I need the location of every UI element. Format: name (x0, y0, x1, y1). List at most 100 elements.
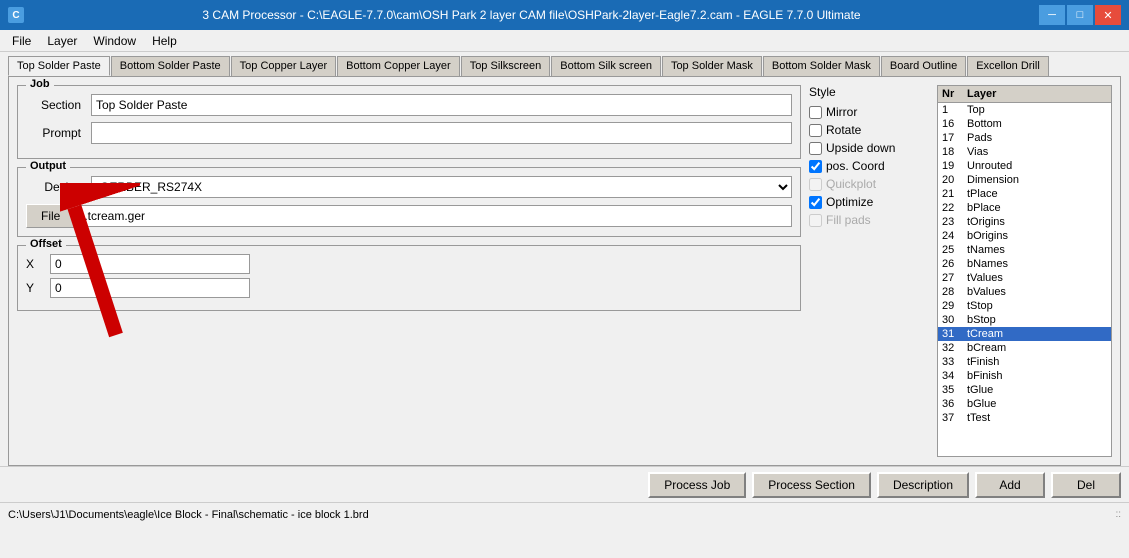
layer-nr: 18 (942, 146, 967, 158)
layer-header: Nr Layer (938, 86, 1111, 103)
layer-nr: 19 (942, 160, 967, 172)
window-controls: ─ □ ✕ (1039, 5, 1121, 25)
style-rotate-checkbox[interactable] (809, 124, 822, 137)
section-input[interactable] (91, 94, 792, 116)
style-upside-down-checkbox[interactable] (809, 142, 822, 155)
layer-row[interactable]: 32bCream (938, 341, 1111, 355)
layer-name: tPlace (967, 188, 1107, 200)
layer-nr: 16 (942, 118, 967, 130)
layer-row[interactable]: 34bFinish (938, 369, 1111, 383)
close-button[interactable]: ✕ (1095, 5, 1121, 25)
offset-y-input[interactable] (50, 278, 250, 298)
style-optimize-checkbox[interactable] (809, 196, 822, 209)
layer-row[interactable]: 31tCream (938, 327, 1111, 341)
file-input[interactable] (79, 205, 792, 227)
job-group-title: Job (26, 78, 54, 90)
layer-row[interactable]: 30bStop (938, 313, 1111, 327)
minimize-button[interactable]: ─ (1039, 5, 1065, 25)
tab-9[interactable]: Excellon Drill (967, 56, 1049, 76)
output-group-title: Output (26, 160, 70, 172)
style-fill-pads-label: Fill pads (826, 213, 871, 227)
layer-row[interactable]: 21tPlace (938, 187, 1111, 201)
layer-nr: 17 (942, 132, 967, 144)
layer-row[interactable]: 35tGlue (938, 383, 1111, 397)
tab-3[interactable]: Bottom Copper Layer (337, 56, 460, 76)
tab-6[interactable]: Top Solder Mask (662, 56, 762, 76)
style-rotate-row: Rotate (809, 123, 929, 137)
style-mirror-checkbox[interactable] (809, 106, 822, 119)
layer-row[interactable]: 22bPlace (938, 201, 1111, 215)
layer-row[interactable]: 29tStop (938, 299, 1111, 313)
style-optimize-label: Optimize (826, 195, 873, 209)
device-select[interactable]: GERBER_RS274XGERBER_RS274DEXCELLONHP-GL (91, 176, 792, 198)
layer-nr: 33 (942, 356, 967, 368)
maximize-button[interactable]: □ (1067, 5, 1093, 25)
layer-row[interactable]: 23tOrigins (938, 215, 1111, 229)
layer-row[interactable]: 25tNames (938, 243, 1111, 257)
layer-name: Pads (967, 132, 1107, 144)
layer-header-layer: Layer (967, 88, 1107, 100)
style-title: Style (809, 85, 929, 99)
tab-content: Job Section Prompt Output Device GERBER_… (8, 76, 1121, 466)
layer-nr: 28 (942, 286, 967, 298)
layer-row[interactable]: 27tValues (938, 271, 1111, 285)
tab-0[interactable]: Top Solder Paste (8, 56, 110, 76)
file-button[interactable]: File (26, 204, 75, 228)
style-pos-coord-checkbox[interactable] (809, 160, 822, 173)
layer-name: tCream (967, 328, 1107, 340)
offset-x-input[interactable] (50, 254, 250, 274)
layer-row[interactable]: 36bGlue (938, 397, 1111, 411)
style-fill-pads-row: Fill pads (809, 213, 929, 227)
style-mirror-row: Mirror (809, 105, 929, 119)
layer-row[interactable]: 28bValues (938, 285, 1111, 299)
menu-bar: File Layer Window Help (0, 30, 1129, 52)
layer-row[interactable]: 20Dimension (938, 173, 1111, 187)
tab-8[interactable]: Board Outline (881, 56, 966, 76)
layer-row[interactable]: 19Unrouted (938, 159, 1111, 173)
layer-row[interactable]: 17Pads (938, 131, 1111, 145)
section-row: Section (26, 94, 792, 116)
style-quickplot-checkbox[interactable] (809, 178, 822, 191)
tab-5[interactable]: Bottom Silk screen (551, 56, 661, 76)
add-button[interactable]: Add (975, 472, 1045, 498)
style-pos-coord-label: pos. Coord (826, 159, 885, 173)
tab-4[interactable]: Top Silkscreen (461, 56, 551, 76)
menu-window[interactable]: Window (85, 32, 144, 50)
layer-name: bValues (967, 286, 1107, 298)
layer-row[interactable]: 37tTest (938, 411, 1111, 425)
tab-7[interactable]: Bottom Solder Mask (763, 56, 880, 76)
layer-name: tStop (967, 300, 1107, 312)
tab-2[interactable]: Top Copper Layer (231, 56, 336, 76)
section-label: Section (26, 98, 81, 112)
layer-name: bOrigins (967, 230, 1107, 242)
process-section-button[interactable]: Process Section (752, 472, 871, 498)
menu-layer[interactable]: Layer (39, 32, 85, 50)
layer-row[interactable]: 16Bottom (938, 117, 1111, 131)
description-button[interactable]: Description (877, 472, 969, 498)
layer-nr: 35 (942, 384, 967, 396)
layer-name: Unrouted (967, 160, 1107, 172)
layer-name: tOrigins (967, 216, 1107, 228)
del-button[interactable]: Del (1051, 472, 1121, 498)
tab-1[interactable]: Bottom Solder Paste (111, 56, 230, 76)
layer-nr: 37 (942, 412, 967, 424)
status-path: C:\Users\J1\Documents\eagle\Ice Block - … (8, 509, 369, 521)
job-group: Job Section Prompt (17, 85, 801, 159)
layer-row[interactable]: 24bOrigins (938, 229, 1111, 243)
offset-group: Offset X Y (17, 245, 801, 311)
layer-name: Dimension (967, 174, 1107, 186)
layer-row[interactable]: 26bNames (938, 257, 1111, 271)
process-job-button[interactable]: Process Job (648, 472, 746, 498)
layer-row[interactable]: 33tFinish (938, 355, 1111, 369)
menu-help[interactable]: Help (144, 32, 185, 50)
layer-nr: 30 (942, 314, 967, 326)
layer-row[interactable]: 1Top (938, 103, 1111, 117)
style-fill-pads-checkbox[interactable] (809, 214, 822, 227)
layer-row[interactable]: 18Vias (938, 145, 1111, 159)
layer-name: bCream (967, 342, 1107, 354)
menu-file[interactable]: File (4, 32, 39, 50)
layer-nr: 34 (942, 370, 967, 382)
layer-list[interactable]: 1Top16Bottom17Pads18Vias19Unrouted20Dime… (938, 103, 1111, 456)
prompt-input[interactable] (91, 122, 792, 144)
offset-x-label: X (26, 257, 46, 271)
